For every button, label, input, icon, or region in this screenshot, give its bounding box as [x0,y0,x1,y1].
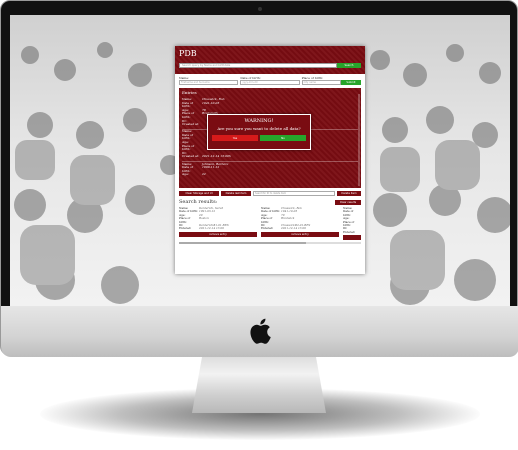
warning-title: WARNING! [244,118,274,124]
delete-last-button[interactable]: Delete last item [221,191,251,196]
clear-storage-button[interactable]: Clear Storage and UI [179,191,219,196]
result-entered-key: Entered: [343,229,356,234]
dob-input[interactable]: yyyy-mm-dd [240,80,300,85]
result-entered: 2021-12-14 13:00 [199,226,225,231]
actions-bar: Clear Storage and UI Delete last item Se… [175,188,365,196]
search-button[interactable]: Search [337,63,361,68]
submit-button[interactable]: Submit [340,80,361,85]
imac-stand [192,353,326,413]
results-title: Search results: [179,199,218,205]
remove-entry-button[interactable]: remove entry [261,231,339,237]
imac-chin [1,306,518,357]
result-entered: 2021-12-14 13:00 [281,226,307,231]
entry-form: Name: Firstname and Surname Date of birt… [175,74,365,85]
app-header: PDB Search query by Name and birthdate S… [175,46,365,74]
clear-results-button[interactable]: Clear results [335,199,361,205]
pdb-app-window: PDB Search query by Name and birthdate S… [175,46,365,274]
entries-scrollbar[interactable] [358,94,360,186]
warning-dialog: WARNING! Are you sure you want to delete… [207,114,311,150]
app-title: PDB [179,49,197,58]
apple-logo-icon [250,318,271,344]
confirm-no-button[interactable]: No [260,135,306,141]
results-header: Search results: Clear results [175,196,365,205]
screen: PDB Search query by Name and birthdate S… [10,15,510,306]
entry-created-key: Created at: [182,154,200,159]
entry-created: 2021-12-14 13:00h [202,154,231,159]
search-bar: Search query by Name and birthdate Searc… [179,63,361,68]
imac-frame: PDB Search query by Name and birthdate S… [0,0,518,357]
remove-entry-button-partial[interactable] [343,235,361,241]
entry-age: 22 [202,172,206,177]
search-input[interactable]: Search query by Name and birthdate [179,63,337,68]
scrollbar-thumb[interactable] [179,242,307,245]
confirm-yes-button[interactable]: Yes [212,135,258,141]
delete-id-input[interactable]: Searchfor ID to delete item [253,191,335,196]
warning-message: Are you sure you want to delete all data… [217,126,301,131]
result-card: Name: Denterich, Sarah Date of birth: 1991… [179,206,257,240]
results-horizontal-scrollbar[interactable] [179,242,361,245]
entry-created-key: Created at: [182,122,200,127]
result-entered-key: Entered: [261,226,274,231]
pob-input[interactable]: City name [301,80,341,85]
results-list: Name: Denterich, Sarah Date of birth: 1991… [175,205,365,241]
result-entered-key: Entered: [179,226,192,231]
entry-item: Name: Johnson, Barbara Date of birth: 1999… [179,162,361,179]
camera-icon [258,7,262,11]
result-card: Name: Date of birth: Age: Place of birth… [343,207,361,241]
entries-panel: Entries Name: Chuswick, Bob Date of birth… [179,88,361,188]
entries-title: Entries [182,90,197,95]
remove-entry-button[interactable]: remove entry [179,231,257,237]
result-card: Name: Chuswick, Bob Date of birth: 1941-10… [261,206,339,240]
name-input[interactable]: Firstname and Surname [179,80,239,85]
delete-item-button[interactable]: Delete item [337,191,361,196]
entry-age-key: Age: [182,172,189,177]
